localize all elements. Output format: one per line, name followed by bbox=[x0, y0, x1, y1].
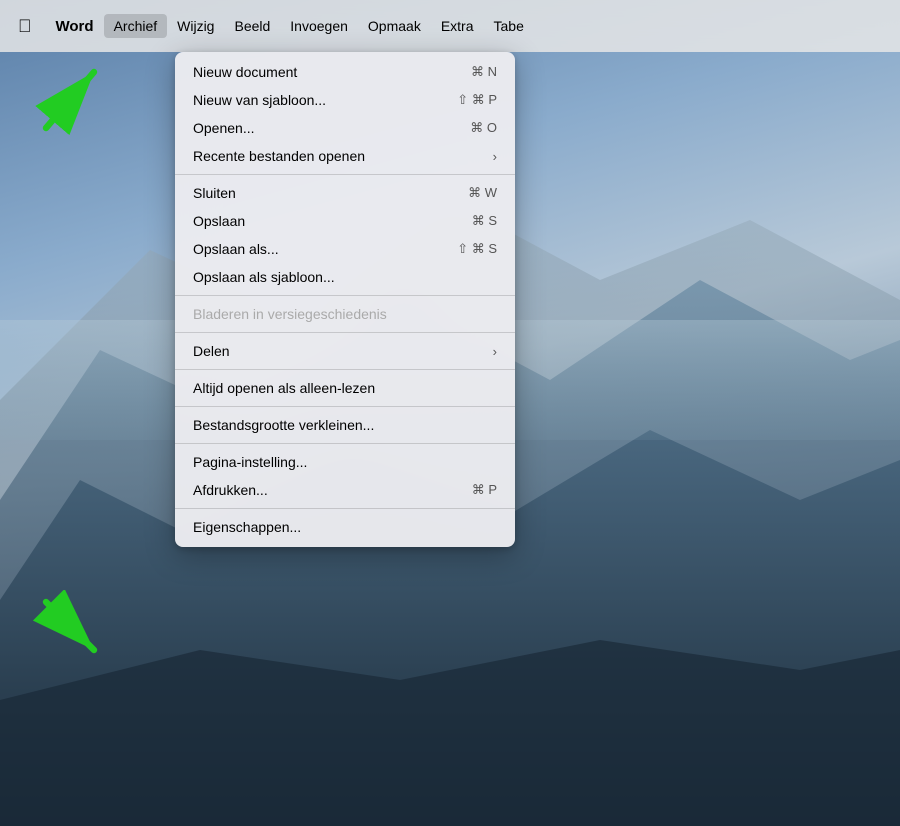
arrow-top bbox=[30, 60, 110, 145]
menu-item-opslaan-sjabloon[interactable]: Opslaan als sjabloon... bbox=[175, 263, 515, 291]
opmaak-menu-item[interactable]: Opmaak bbox=[358, 14, 431, 38]
separator-2 bbox=[175, 295, 515, 296]
menu-item-opslaan-als[interactable]: Opslaan als... ⇧ ⌘ S bbox=[175, 235, 515, 263]
menubar:  Word Archief Wijzig Beeld Invoegen Opm… bbox=[0, 0, 900, 52]
beeld-menu-item[interactable]: Beeld bbox=[224, 14, 280, 38]
wijzig-menu-item[interactable]: Wijzig bbox=[167, 14, 224, 38]
archief-dropdown: Nieuw document ⌘ N Nieuw van sjabloon...… bbox=[175, 52, 515, 547]
menu-item-altijd-openen[interactable]: Altijd openen als alleen-lezen bbox=[175, 374, 515, 402]
separator-4 bbox=[175, 369, 515, 370]
separator-6 bbox=[175, 443, 515, 444]
separator-5 bbox=[175, 406, 515, 407]
menu-item-bladeren: Bladeren in versiegeschiedenis bbox=[175, 300, 515, 328]
menu-item-nieuw-sjabloon[interactable]: Nieuw van sjabloon... ⇧ ⌘ P bbox=[175, 86, 515, 114]
menu-item-sluiten[interactable]: Sluiten ⌘ W bbox=[175, 179, 515, 207]
extra-menu-item[interactable]: Extra bbox=[431, 14, 484, 38]
menu-item-bestandsgrootte[interactable]: Bestandsgrootte verkleinen... bbox=[175, 411, 515, 439]
menu-item-delen[interactable]: Delen › bbox=[175, 337, 515, 365]
menu-item-pagina-instelling[interactable]: Pagina-instelling... bbox=[175, 448, 515, 476]
menu-item-afdrukken[interactable]: Afdrukken... ⌘ P bbox=[175, 476, 515, 504]
word-menu-item[interactable]: Word bbox=[46, 14, 104, 39]
tabe-menu-item[interactable]: Tabe bbox=[484, 14, 534, 38]
separator-3 bbox=[175, 332, 515, 333]
menu-item-nieuw-document[interactable]: Nieuw document ⌘ N bbox=[175, 58, 515, 86]
invoegen-menu-item[interactable]: Invoegen bbox=[280, 14, 358, 38]
separator-7 bbox=[175, 508, 515, 509]
menu-item-opslaan[interactable]: Opslaan ⌘ S bbox=[175, 207, 515, 235]
archief-menu-item[interactable]: Archief bbox=[104, 14, 168, 38]
menu-item-openen[interactable]: Openen... ⌘ O bbox=[175, 114, 515, 142]
menu-item-recente-bestanden[interactable]: Recente bestanden openen › bbox=[175, 142, 515, 170]
menu-item-eigenschappen[interactable]: Eigenschappen... bbox=[175, 513, 515, 541]
arrow-bottom bbox=[30, 590, 110, 675]
separator-1 bbox=[175, 174, 515, 175]
apple-menu-item[interactable]:  bbox=[8, 12, 42, 41]
